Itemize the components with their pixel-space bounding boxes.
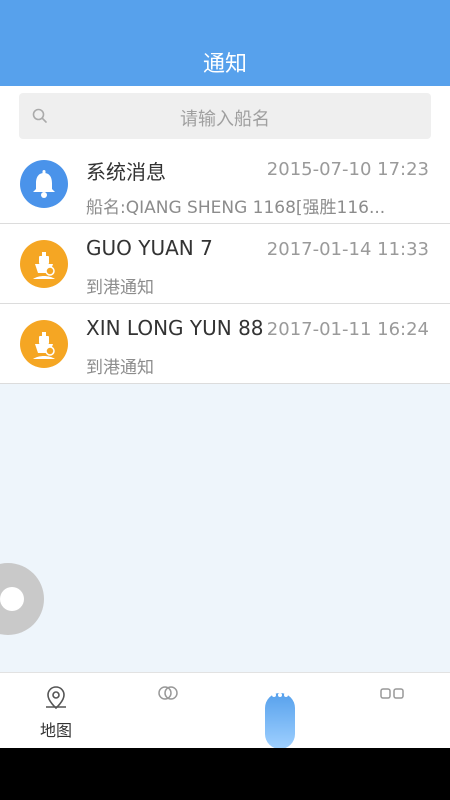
notification-list: 系统消息 2015-07-10 17:23 船名:QIANG SHENG 116… — [0, 144, 450, 384]
bell-icon — [20, 160, 68, 208]
notification-subtitle: 船名:QIANG SHENG 1168[强胜116... — [86, 198, 386, 218]
ship-icon — [20, 240, 68, 288]
notification-title: GUO YUAN 7 — [86, 236, 213, 260]
notification-subtitle: 到港通知 — [86, 358, 154, 378]
system-navigation-bar — [0, 748, 450, 800]
page-title: 通知 — [202, 52, 247, 77]
tab-map[interactable]: 地图 — [0, 673, 112, 749]
chat-icon — [112, 683, 224, 711]
notification-title: XIN LONG YUN 88 — [86, 316, 264, 340]
header: 通知 — [0, 0, 450, 86]
notification-item-system[interactable]: 系统消息 2015-07-10 17:23 船名:QIANG SHENG 116… — [0, 144, 450, 224]
notification-icon — [224, 683, 336, 711]
tab-chat[interactable] — [112, 673, 224, 749]
notification-subtitle: 到港通知 — [86, 278, 154, 298]
grid-icon — [336, 683, 448, 711]
tab-notifications[interactable] — [224, 673, 336, 749]
search-input[interactable]: 请输入船名 — [19, 93, 431, 139]
notification-item-xin-long-yun[interactable]: XIN LONG YUN 88 2017-01-11 16:24 到港通知 — [0, 304, 450, 384]
notification-time: 2015-07-10 17:23 — [266, 159, 429, 180]
notification-title: 系统消息 — [86, 160, 166, 184]
tab-label: 地图 — [39, 721, 72, 740]
map-pin-icon — [0, 683, 112, 717]
floating-assistive-button[interactable] — [0, 563, 44, 635]
bottom-tab-bar: 地图 — [0, 672, 450, 749]
search-placeholder: 请输入船名 — [180, 109, 270, 130]
search-bar-container: 请输入船名 — [0, 86, 450, 144]
notification-item-guo-yuan[interactable]: GUO YUAN 7 2017-01-14 11:33 到港通知 — [0, 224, 450, 304]
tab-more[interactable] — [336, 673, 448, 749]
notification-time: 2017-01-14 11:33 — [266, 239, 429, 260]
ship-icon — [20, 320, 68, 368]
notification-screen: 通知 请输入船名 系统消息 2015-07-10 17:23 船名:QIANG … — [0, 0, 450, 800]
notification-time: 2017-01-11 16:24 — [266, 319, 429, 340]
